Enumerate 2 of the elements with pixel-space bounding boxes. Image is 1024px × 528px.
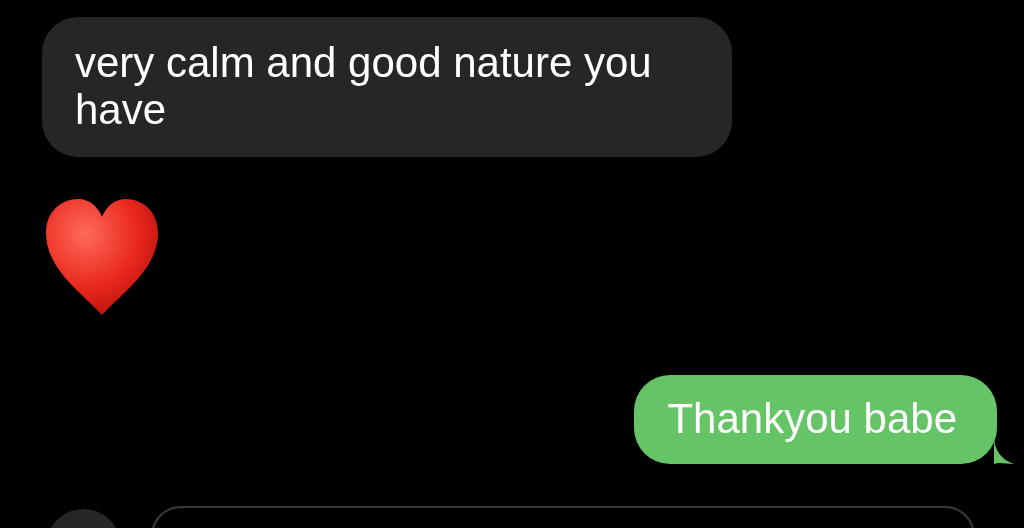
- message-bubble: very calm and good nature you have: [42, 17, 732, 157]
- bubble-tail-icon: [994, 440, 1014, 464]
